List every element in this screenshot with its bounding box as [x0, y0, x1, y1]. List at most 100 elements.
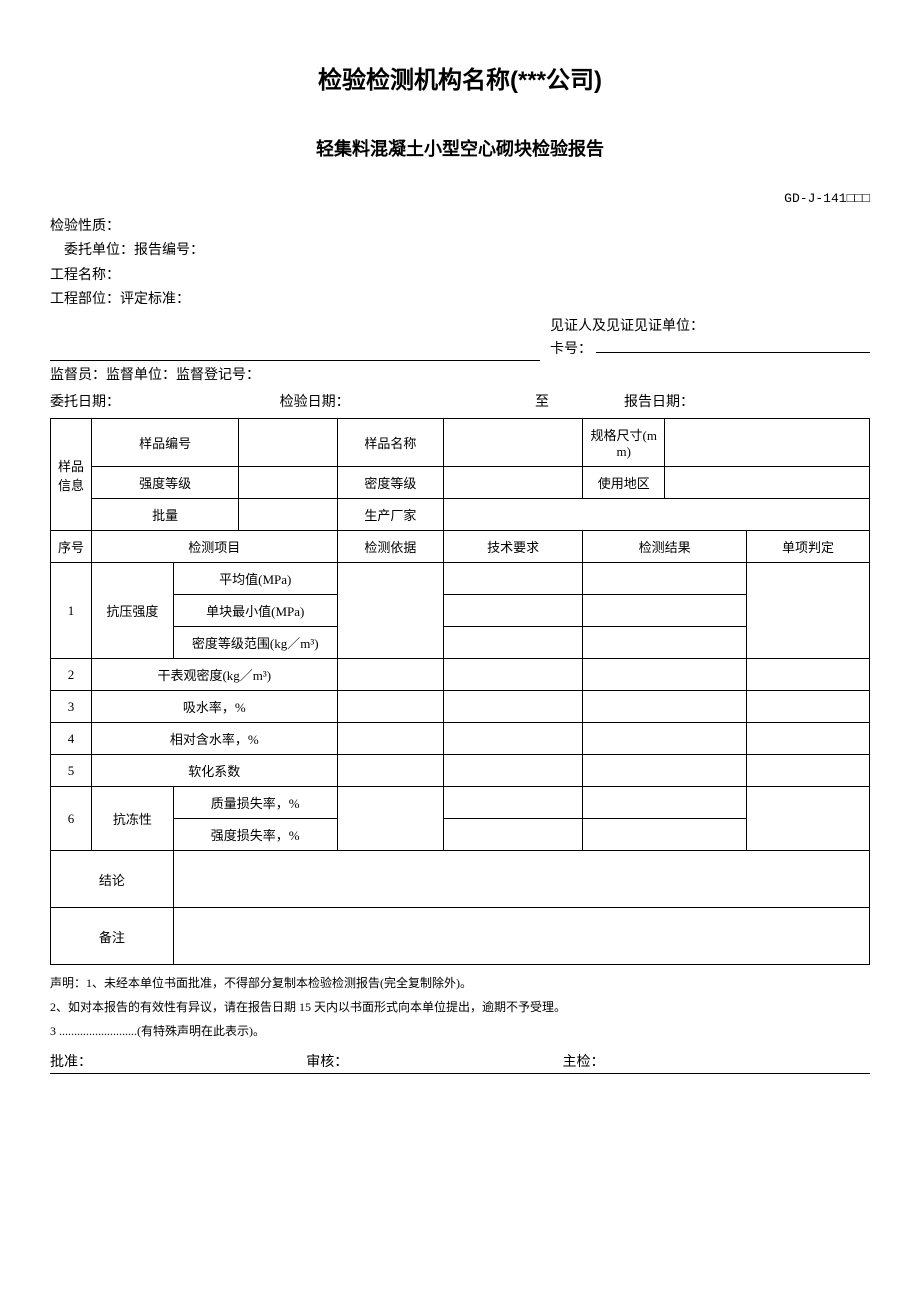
item6-sub1-result	[583, 787, 747, 819]
declaration-3: 3 ..........................(有特殊声明在此表示)。	[50, 1019, 870, 1043]
item5-name: 软化系数	[91, 755, 337, 787]
project-name-label: 工程名称：	[50, 265, 870, 287]
sample-name-value	[444, 419, 583, 467]
dates-row: 委托日期： 检验日期： 至 报告日期：	[50, 392, 870, 414]
report-subtitle: 轻集料混凝土小型空心砌块检验报告	[50, 135, 870, 161]
item1-no: 1	[51, 563, 92, 659]
item6-judge	[747, 787, 870, 851]
conclusion-row: 结论	[51, 851, 870, 908]
col-result: 检测结果	[583, 531, 747, 563]
use-area-label: 使用地区	[583, 467, 665, 499]
witness-row: 见证人及见证见证单位： 卡号：	[50, 316, 870, 362]
item2-result	[583, 659, 747, 691]
item4-result	[583, 723, 747, 755]
spec-label: 规格尺寸(mm)	[583, 419, 665, 467]
main-table: 样品信息 样品编号 样品名称 规格尺寸(mm) 强度等级 密度等级 使用地区 批…	[50, 418, 870, 965]
conclusion-value	[173, 851, 869, 908]
item6-name: 抗冻性	[91, 787, 173, 851]
item4-name: 相对含水率，%	[91, 723, 337, 755]
remark-row: 备注	[51, 908, 870, 965]
batch-label: 批量	[91, 499, 238, 531]
item2-no: 2	[51, 659, 92, 691]
columns-header: 序号 检测项目 检测依据 技术要求 检测结果 单项判定	[51, 531, 870, 563]
item1-sub2-req	[444, 595, 583, 627]
chief-label: 主检：	[563, 1051, 871, 1071]
item3-req	[444, 691, 583, 723]
item2-req	[444, 659, 583, 691]
item3: 3 吸水率，%	[51, 691, 870, 723]
item6-sub2-result	[583, 819, 747, 851]
meta-block: 检验性质： 委托单位：报告编号： 工程名称： 工程部位：评定标准： 见证人及见证…	[50, 216, 870, 414]
item5-no: 5	[51, 755, 92, 787]
entrust-unit-label: 委托单位：报告编号：	[50, 240, 870, 262]
card-no-underline	[596, 338, 870, 353]
item6-sub1-req	[444, 787, 583, 819]
item3-result	[583, 691, 747, 723]
item1-sub2-result	[583, 595, 747, 627]
item3-no: 3	[51, 691, 92, 723]
institution-title: 检验检测机构名称(***公司)	[50, 60, 870, 95]
conclusion-label: 结论	[51, 851, 174, 908]
item4-judge	[747, 723, 870, 755]
item1-sub1: 1 抗压强度 平均值(MPa)	[51, 563, 870, 595]
inspect-date-label: 检验日期：	[280, 392, 350, 414]
inspect-nature-label: 检验性质：	[50, 216, 870, 238]
manufacturer-value	[444, 499, 870, 531]
density-grade-label: 密度等级	[337, 467, 443, 499]
item6-sub2-req	[444, 819, 583, 851]
item5-judge	[747, 755, 870, 787]
item1-sub1-label: 平均值(MPa)	[173, 563, 337, 595]
item6-basis	[337, 787, 443, 851]
item1-sub3-label: 密度等级范围(kg／m³)	[173, 627, 337, 659]
col-req: 技术要求	[444, 531, 583, 563]
sample-row-2: 强度等级 密度等级 使用地区	[51, 467, 870, 499]
item3-basis	[337, 691, 443, 723]
item3-judge	[747, 691, 870, 723]
form-code: GD-J-141□□□	[50, 191, 870, 206]
report-date-label: 报告日期：	[624, 392, 694, 414]
item4-req	[444, 723, 583, 755]
review-label: 审核：	[306, 1051, 562, 1071]
sample-no-value	[239, 419, 337, 467]
item4-no: 4	[51, 723, 92, 755]
col-seq: 序号	[51, 531, 92, 563]
item2-name: 干表观密度(kg／m³)	[91, 659, 337, 691]
col-item: 检测项目	[91, 531, 337, 563]
signature-row: 批准： 审核： 主检：	[50, 1051, 870, 1074]
declaration-block: 声明：1、未经本单位书面批准，不得部分复制本检验检测报告(完全复制除外)。 2、…	[50, 971, 870, 1043]
item5-result	[583, 755, 747, 787]
item2: 2 干表观密度(kg／m³)	[51, 659, 870, 691]
witness-label: 见证人及见证见证单位：	[550, 316, 870, 338]
item4-basis	[337, 723, 443, 755]
project-part-label: 工程部位：评定标准：	[50, 289, 870, 311]
sample-row-1: 样品信息 样品编号 样品名称 规格尺寸(mm)	[51, 419, 870, 467]
remark-label: 备注	[51, 908, 174, 965]
batch-value	[239, 499, 337, 531]
item2-basis	[337, 659, 443, 691]
item5: 5 软化系数	[51, 755, 870, 787]
sample-group-label: 样品信息	[51, 419, 92, 531]
date-to-label: 至	[535, 392, 549, 414]
item4: 4 相对含水率，%	[51, 723, 870, 755]
entrust-date-label: 委托日期：	[50, 392, 120, 414]
item1-basis	[337, 563, 443, 659]
item5-basis	[337, 755, 443, 787]
item1-sub1-req	[444, 563, 583, 595]
item1-sub1-result	[583, 563, 747, 595]
item6-no: 6	[51, 787, 92, 851]
item1-sub3-result	[583, 627, 747, 659]
item6-sub1: 6 抗冻性 质量损失率，%	[51, 787, 870, 819]
remark-value	[173, 908, 869, 965]
spec-value	[665, 419, 870, 467]
strength-grade-value	[239, 467, 337, 499]
item6-sub2-label: 强度损失率，%	[173, 819, 337, 851]
item5-req	[444, 755, 583, 787]
col-judge: 单项判定	[747, 531, 870, 563]
item1-name: 抗压强度	[91, 563, 173, 659]
card-no-label: 卡号：	[550, 339, 592, 361]
item6-sub1-label: 质量损失率，%	[173, 787, 337, 819]
item1-judge	[747, 563, 870, 659]
sample-no-label: 样品编号	[91, 419, 238, 467]
col-basis: 检测依据	[337, 531, 443, 563]
declaration-2: 2、如对本报告的有效性有异议，请在报告日期 15 天内以书面形式向本单位提出，逾…	[50, 995, 870, 1019]
